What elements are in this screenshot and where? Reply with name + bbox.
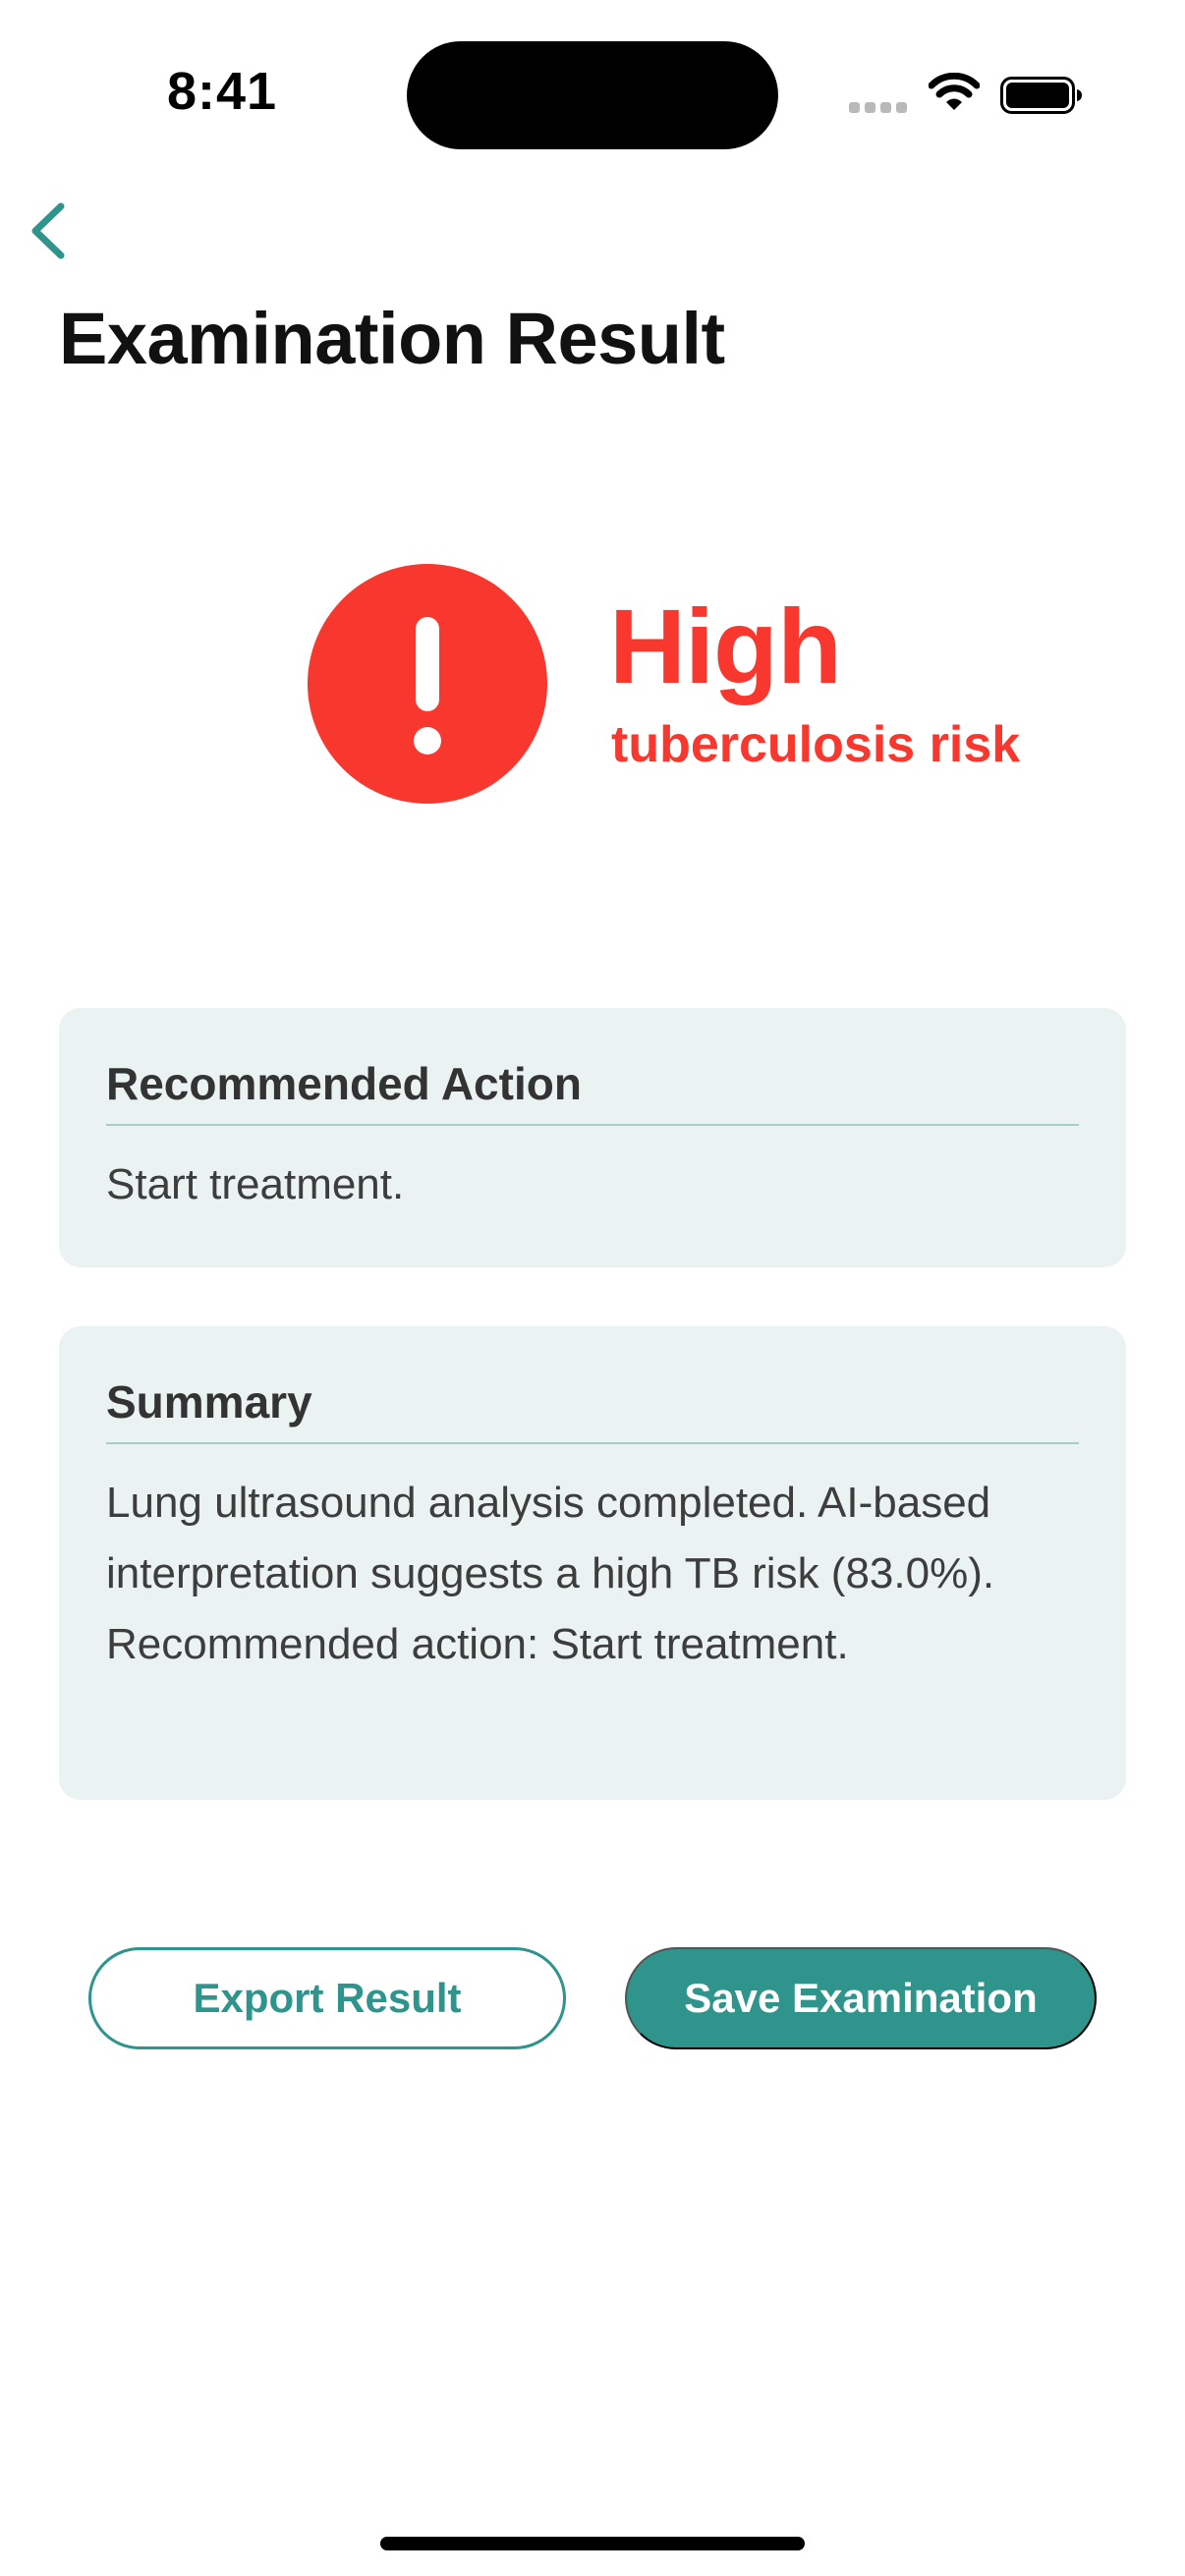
recommended-action-heading: Recommended Action [106,1008,1079,1126]
summary-text: Lung ultrasound analysis completed. AI-b… [106,1479,995,1668]
exclamation-icon [308,564,547,804]
save-examination-button[interactable]: Save Examination [625,1947,1097,2049]
recommended-action-card: Recommended Action Start treatment. [59,1008,1126,1267]
back-button[interactable] [20,196,79,265]
dynamic-island [407,41,778,149]
battery-icon [1000,77,1082,114]
summary-heading: Summary [106,1326,1079,1444]
summary-card: Summary Lung ultrasound analysis complet… [59,1326,1126,1800]
recommended-action-text: Start treatment. [106,1160,405,1208]
examination-result-screen: 8:41 Examination Result High tuberculosi… [0,0,1185,2576]
wifi-icon [929,73,980,110]
risk-level: High [609,587,842,705]
status-time: 8:41 [167,62,278,121]
chevron-left-icon [31,202,65,259]
export-result-button[interactable]: Export Result [88,1947,566,2049]
risk-label: tuberculosis risk [611,716,1021,773]
page-title: Examination Result [59,298,725,379]
cellular-signal-icon [849,102,908,114]
home-indicator[interactable] [380,2537,805,2550]
